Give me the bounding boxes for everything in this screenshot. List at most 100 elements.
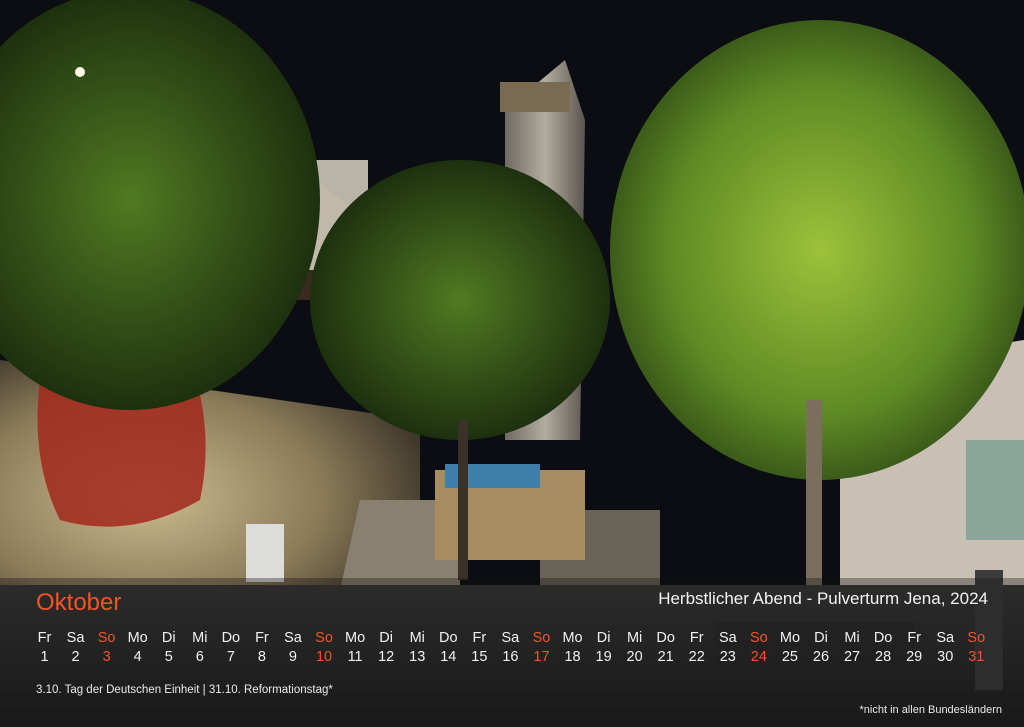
holidays-note: 3.10. Tag der Deutschen Einheit | 31.10.… xyxy=(36,684,333,696)
weekday-label: Fr xyxy=(907,630,922,646)
weekday-label: Fr xyxy=(37,630,52,646)
weekday-label: Do xyxy=(221,630,241,646)
day-number: 16 xyxy=(502,649,519,665)
day-number: 10 xyxy=(315,649,333,665)
calendar-page: Oktober Herbstlicher Abend - Pulverturm … xyxy=(0,0,1024,727)
weekday-label: Sa xyxy=(284,630,302,646)
day-number: 12 xyxy=(378,649,395,665)
weekday-label: So xyxy=(532,630,551,646)
calendar-day: Sa 16 xyxy=(495,629,526,667)
photo-caption: Herbstlicher Abend - Pulverturm Jena, 20… xyxy=(658,589,988,608)
day-number: 7 xyxy=(226,649,235,665)
weekday-label: Sa xyxy=(718,630,737,646)
day-number: 9 xyxy=(288,649,297,665)
weekday-label: Mi xyxy=(192,630,208,646)
calendar-day: Mo 4 xyxy=(122,629,153,667)
weekday-label: Di xyxy=(379,630,393,646)
calendar-day: Do 21 xyxy=(650,629,681,667)
calendar-day: Mi 27 xyxy=(837,629,868,667)
day-number: 8 xyxy=(257,649,266,665)
weekday-label: So xyxy=(967,630,986,646)
calendar-day: Di 19 xyxy=(588,629,619,667)
day-number: 6 xyxy=(195,649,204,665)
day-strip: Fr 1 Sa 2 So 3 Mo 4 Di 5 Mi 6 Do 7 Fr 8 Sa 9 So 10 Mo 11 Di 12 M… xyxy=(29,629,995,673)
calendar-day: Mi 6 xyxy=(184,629,215,667)
calendar-day: Do 28 xyxy=(868,629,899,667)
weekday-label: Di xyxy=(814,630,828,646)
day-number: 17 xyxy=(533,649,550,665)
tree-center-trunk xyxy=(458,420,468,580)
weekday-label: Fr xyxy=(689,630,704,646)
weekday-label: Do xyxy=(873,630,893,646)
calendar-day: Mi 20 xyxy=(619,629,650,667)
day-number: 26 xyxy=(812,649,830,665)
weekday-label: Mo xyxy=(779,630,801,646)
calendar-day: Di 5 xyxy=(153,629,184,667)
calendar-day: Fr 29 xyxy=(899,629,930,667)
weekday-label: So xyxy=(750,630,768,646)
calendar-day: Mo 25 xyxy=(774,629,805,667)
calendar-day: So 10 xyxy=(309,629,340,667)
weekday-label: Fr xyxy=(472,630,487,646)
weekday-label: Mo xyxy=(127,630,148,646)
day-number: 29 xyxy=(906,649,923,665)
day-number: 25 xyxy=(781,649,798,665)
day-number: 28 xyxy=(875,649,892,665)
weekday-label: Do xyxy=(438,630,458,646)
calendar-day: Mo 11 xyxy=(340,629,371,667)
street-lamp xyxy=(75,67,85,77)
calendar-day: Sa 30 xyxy=(930,629,961,667)
tower-battlements xyxy=(500,82,570,112)
day-number: 20 xyxy=(626,649,643,665)
weekday-label: Do xyxy=(656,630,675,646)
weekday-label: Mi xyxy=(626,630,643,646)
calendar-day: So 31 xyxy=(961,629,992,667)
day-number: 4 xyxy=(133,649,142,665)
weekday-label: So xyxy=(97,630,116,646)
calendar-day: Mi 13 xyxy=(402,629,433,667)
day-number: 15 xyxy=(471,649,488,665)
calendar-day: Fr 22 xyxy=(681,629,712,667)
weekday-label: Di xyxy=(161,630,176,646)
day-number: 2 xyxy=(71,649,80,665)
day-number: 14 xyxy=(440,649,457,665)
tree-center xyxy=(310,160,610,440)
weekday-label: Mo xyxy=(562,630,583,646)
weekday-label: Sa xyxy=(501,630,520,646)
calendar-day: Fr 1 xyxy=(29,629,60,667)
day-number: 21 xyxy=(657,649,674,665)
month-title: Oktober xyxy=(36,589,122,616)
info-board xyxy=(246,524,284,582)
calendar-day: Do 14 xyxy=(433,629,464,667)
weekday-label: Fr xyxy=(255,630,269,646)
weekday-label: Mi xyxy=(409,630,425,646)
calendar-day: So 3 xyxy=(91,629,122,667)
calendar-day: Do 7 xyxy=(215,629,246,667)
day-number: 24 xyxy=(750,649,767,665)
weekday-label: So xyxy=(315,630,333,646)
calendar-day: So 24 xyxy=(743,629,774,667)
holiday-footnote: *nicht in allen Bundesländern xyxy=(859,704,1003,716)
day-number: 31 xyxy=(968,649,985,665)
weekday-label: Sa xyxy=(936,630,955,646)
calendar-day: Mo 18 xyxy=(557,629,588,667)
day-number: 13 xyxy=(409,649,426,665)
weekday-label: Mi xyxy=(844,630,860,646)
day-number: 23 xyxy=(719,649,736,665)
day-number: 22 xyxy=(688,649,705,665)
calendar-day: Sa 2 xyxy=(60,629,91,667)
day-number: 3 xyxy=(102,649,111,665)
weekday-label: Di xyxy=(596,630,611,646)
calendar-day: Di 26 xyxy=(806,629,837,667)
day-number: 5 xyxy=(164,649,173,665)
day-number: 18 xyxy=(564,649,581,665)
calendar-day: Fr 15 xyxy=(464,629,495,667)
calendar-day: Sa 9 xyxy=(277,629,308,667)
calendar-day: Di 12 xyxy=(371,629,402,667)
calendar-day: Fr 8 xyxy=(246,629,277,667)
day-number: 1 xyxy=(40,649,49,665)
day-number: 27 xyxy=(843,649,861,665)
day-number: 19 xyxy=(595,649,612,665)
weekday-label: Sa xyxy=(66,630,85,646)
day-number: 30 xyxy=(937,649,954,665)
